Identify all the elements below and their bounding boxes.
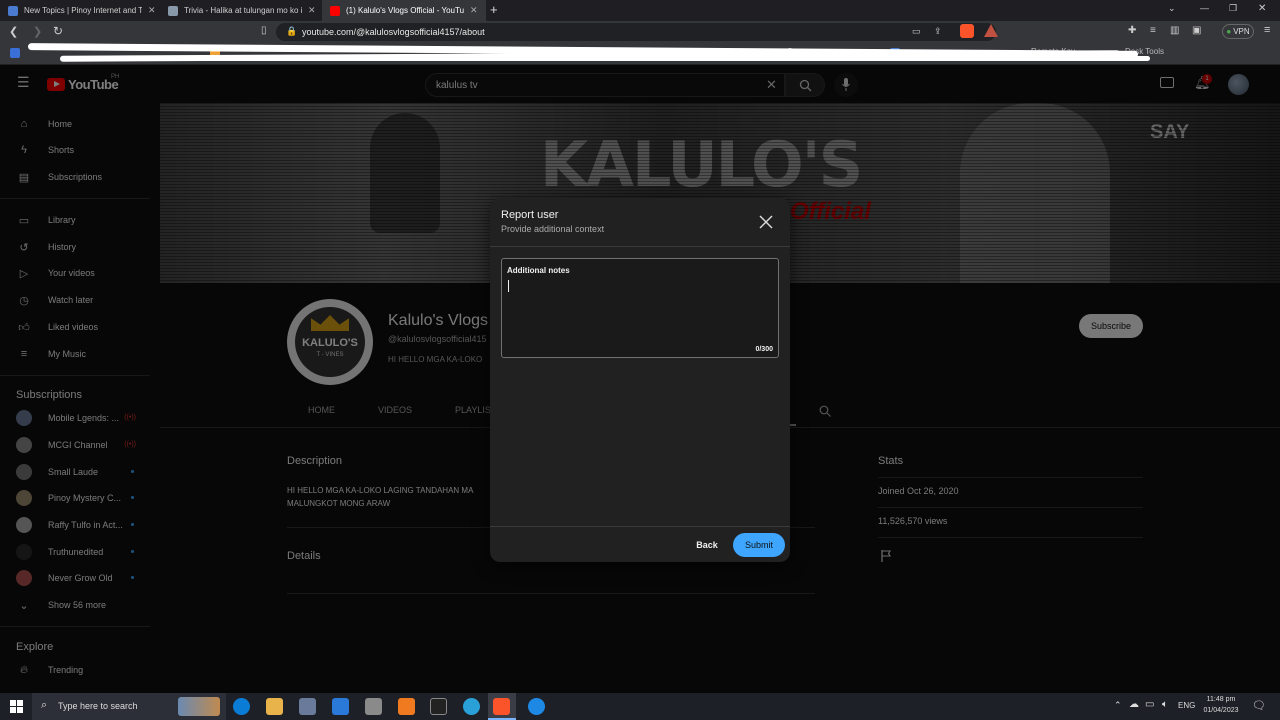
- search-icon: ⌕: [41, 699, 48, 711]
- cast-icon[interactable]: ▭: [912, 26, 921, 37]
- forward-nav-icon[interactable]: ❯: [33, 25, 42, 38]
- app-icon[interactable]: [528, 698, 545, 715]
- new-tab-button[interactable]: +: [490, 2, 498, 17]
- dialog-subtitle: Provide additional context: [501, 224, 605, 234]
- tray-chevron-icon[interactable]: ⌃: [1114, 700, 1122, 711]
- text-cursor: [508, 280, 509, 292]
- game-app-icon[interactable]: [365, 698, 382, 715]
- volume-icon[interactable]: 🔈︎: [1162, 699, 1168, 710]
- site-favicon-icon: [8, 5, 18, 16]
- windows-start-icon[interactable]: [10, 700, 23, 713]
- taskbar-active-app[interactable]: [488, 693, 516, 720]
- close-tab-icon[interactable]: ✕: [148, 5, 156, 16]
- submit-button[interactable]: Submit: [733, 533, 785, 557]
- notification-center-icon[interactable]: 🗨︎: [1252, 699, 1266, 712]
- brave-browser-icon: [493, 698, 510, 715]
- close-tab-icon[interactable]: ✕: [470, 5, 478, 16]
- url-text: youtube.com/@kalulosvlogsofficial4157/ab…: [302, 27, 485, 37]
- tab-search-icon[interactable]: ⌄: [1168, 3, 1176, 14]
- minimize-window-icon[interactable]: —: [1200, 3, 1209, 13]
- extensions-icon[interactable]: ✚: [1128, 25, 1136, 36]
- display-icon[interactable]: ▭: [1145, 699, 1154, 710]
- share-icon[interactable]: ⇪: [934, 26, 942, 37]
- browser-tab[interactable]: Trivia - Halika at tulungan mo ko irepo …: [160, 0, 320, 21]
- taskbar-search-placeholder: Type here to search: [58, 701, 138, 711]
- site-favicon-icon: [168, 5, 178, 16]
- youtube-favicon-icon: [330, 5, 340, 16]
- back-nav-icon[interactable]: ❮: [9, 25, 18, 38]
- character-counter: 0/300: [755, 346, 773, 353]
- dialog-divider: [490, 246, 790, 247]
- additional-notes-field[interactable]: Additional notes 0/300: [501, 258, 779, 358]
- mail-icon[interactable]: [332, 698, 349, 715]
- app-icon[interactable]: [398, 698, 415, 715]
- browser-tab-active[interactable]: (1) Kalulo's Vlogs Official - YouTube ✕: [322, 0, 486, 21]
- search-highlight-image: [178, 697, 220, 716]
- dialog-title: Report user: [501, 209, 559, 221]
- bookmark-page-icon[interactable]: ▯: [261, 25, 267, 36]
- file-explorer-icon[interactable]: [266, 698, 283, 715]
- browser-toolbar: ❮ ❯ ↻ ▯ 🔒 youtube.com/@kalulosvlogsoffic…: [0, 21, 1280, 43]
- lock-icon: 🔒: [286, 26, 298, 36]
- notes-label: Additional notes: [507, 266, 570, 275]
- reading-list-icon[interactable]: ≡: [1150, 25, 1156, 36]
- close-window-icon[interactable]: ✕: [1258, 3, 1266, 14]
- close-icon[interactable]: [759, 215, 773, 229]
- address-bar[interactable]: 🔒 youtube.com/@kalulosvlogsofficial4157/…: [276, 23, 996, 41]
- bookmarks-bar: Remote Key Desk Tools: [0, 43, 1280, 65]
- sidebar-toggle-icon[interactable]: ▥: [1170, 25, 1179, 36]
- reload-icon[interactable]: ↻: [53, 24, 63, 38]
- brave-shield-icon[interactable]: [960, 24, 974, 38]
- browser-tab[interactable]: New Topics | Pinoy Internet and Techn ✕: [0, 0, 160, 21]
- vpn-button[interactable]: ● VPN: [1222, 24, 1254, 39]
- wallet-icon[interactable]: ▣: [1192, 25, 1201, 36]
- media-app-icon[interactable]: [430, 698, 447, 715]
- language-indicator[interactable]: ENG: [1178, 701, 1195, 710]
- close-tab-icon[interactable]: ✕: [308, 5, 316, 16]
- vpn-status-icon: ●: [1226, 27, 1232, 36]
- network-icon[interactable]: ☁: [1129, 699, 1139, 710]
- bookmark-favicon-icon: [10, 48, 20, 58]
- taskbar-search-box[interactable]: ⌕ Type here to search: [32, 693, 226, 720]
- restore-window-icon[interactable]: ❐: [1229, 3, 1237, 14]
- brave-rewards-icon[interactable]: [984, 24, 998, 37]
- store-icon[interactable]: [299, 698, 316, 715]
- edge-browser-icon[interactable]: [233, 698, 250, 715]
- windows-taskbar: ⌕ Type here to search ⌃ ☁ ▭ 🔈︎ ENG 11:48…: [0, 693, 1280, 720]
- menu-icon[interactable]: ≡: [1264, 24, 1270, 36]
- clock-date[interactable]: 01/04/2023: [1200, 707, 1242, 714]
- clock-time[interactable]: 11:48 pm: [1200, 696, 1242, 703]
- report-user-dialog: Report user Provide additional context A…: [490, 198, 790, 562]
- dialog-divider: [490, 526, 790, 527]
- back-button[interactable]: Back: [688, 533, 726, 557]
- browser-tab-bar: New Topics | Pinoy Internet and Techn ✕ …: [0, 0, 1280, 21]
- telegram-icon[interactable]: [463, 698, 480, 715]
- redaction-scribble: [200, 56, 1150, 61]
